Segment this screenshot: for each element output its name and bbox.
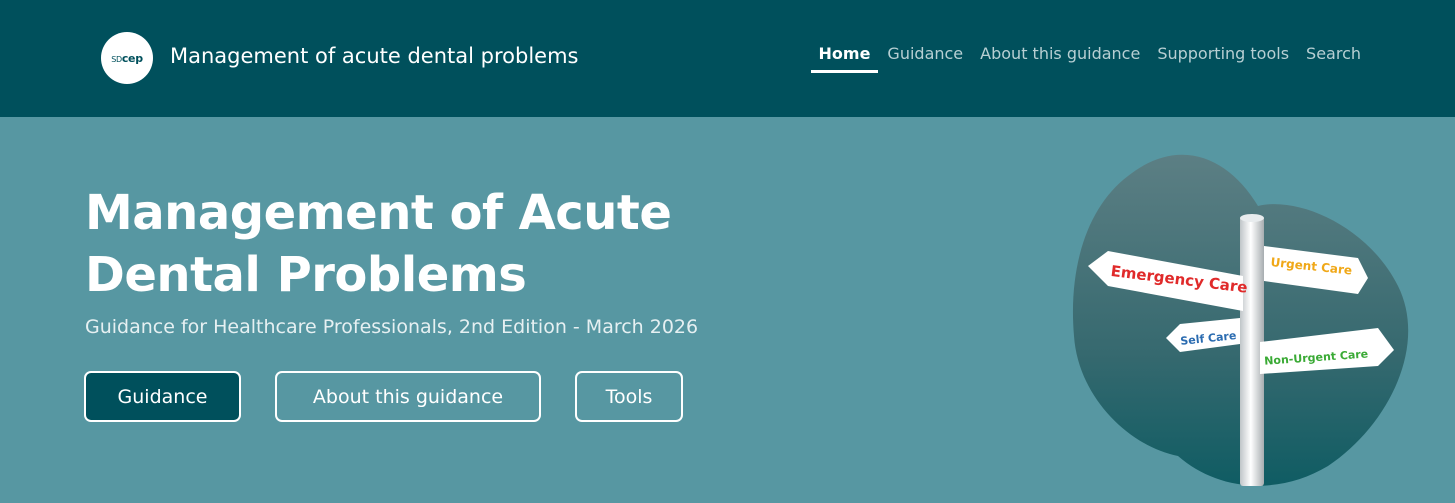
site-title[interactable]: Management of acute dental problems [170, 44, 579, 68]
nav-about[interactable]: About this guidance [980, 44, 1140, 73]
about-guidance-button[interactable]: About this guidance [275, 371, 541, 422]
hero-buttons: Guidance About this guidance Tools [84, 371, 683, 422]
nav-home[interactable]: Home [810, 44, 879, 73]
sdcep-logo[interactable]: SDcep [101, 32, 153, 84]
site-header: SDcep Management of acute dental problem… [0, 0, 1455, 117]
tools-button[interactable]: Tools [575, 371, 683, 422]
nav-search[interactable]: Search [1306, 44, 1361, 73]
logo-text: SDcep [111, 51, 143, 65]
nav-supporting-tools[interactable]: Supporting tools [1157, 44, 1289, 73]
nav-guidance[interactable]: Guidance [887, 44, 963, 73]
hero-title: Management of Acute Dental Problems [85, 185, 672, 303]
signpost-illustration: Emergency Care Urgent Care Self Care Non… [1072, 154, 1409, 486]
guidance-button[interactable]: Guidance [84, 371, 241, 422]
hero-subtitle: Guidance for Healthcare Professionals, 2… [85, 316, 699, 338]
main-nav: Home Guidance About this guidance Suppor… [810, 44, 1361, 73]
